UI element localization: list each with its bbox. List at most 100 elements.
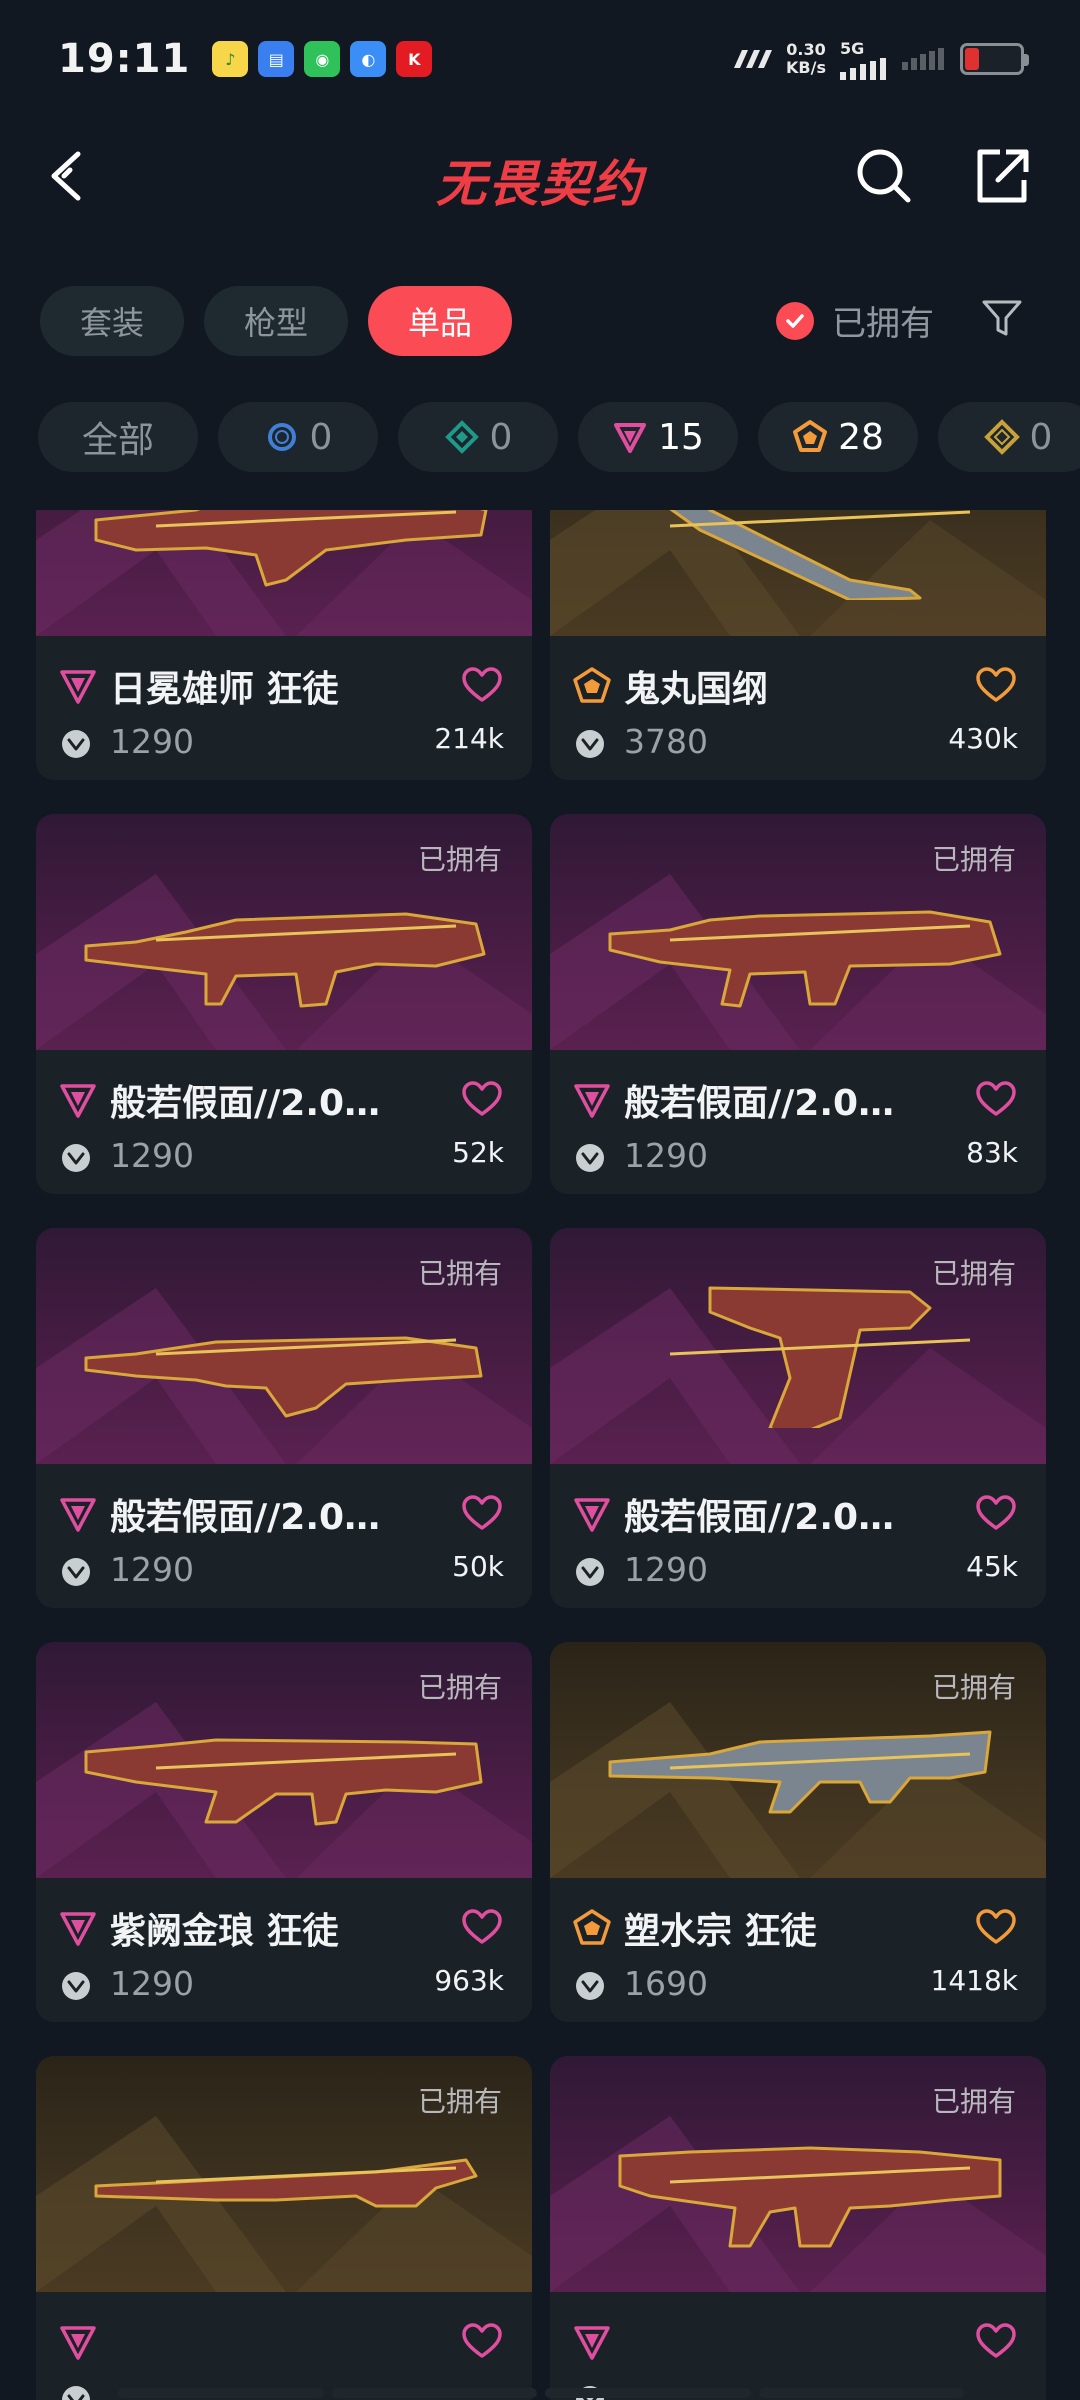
wallet-icon: ◐ — [350, 41, 387, 77]
weapon-skin-image — [84, 912, 486, 1008]
vp-currency-icon — [62, 1972, 90, 2000]
owned-tag: 已拥有 — [931, 2085, 1016, 2118]
owned-filter-toggle[interactable]: 已拥有 — [776, 296, 934, 345]
premium-tier-icon — [614, 423, 647, 453]
files-icon: ▤ — [258, 41, 295, 77]
owned-tag: 已拥有 — [417, 2085, 502, 2118]
funnel-icon[interactable] — [980, 296, 1024, 340]
chip-select[interactable]: 0 — [218, 402, 378, 472]
signal-bars-icon — [840, 57, 886, 80]
item-price: 1290 — [110, 1136, 194, 1175]
owned-tag: 已拥有 — [931, 1257, 1016, 1290]
select-tier-icon — [267, 423, 296, 451]
search-icon[interactable] — [852, 144, 916, 208]
tab-weapon-type[interactable]: 枪型 — [204, 286, 349, 356]
heart-icon[interactable] — [462, 1494, 502, 1534]
item-info: 般若假面//2.0… 1290 52k — [36, 1050, 532, 1194]
item-name: 般若假面//2.0… — [624, 1497, 895, 1538]
item-card[interactable]: 已拥有般若假面//2.0… 1290 50k — [36, 1228, 532, 1608]
item-card[interactable]: 已拥有般若假面//2.0… 1290 45k — [550, 1228, 1046, 1608]
item-image: 已拥有 — [36, 1642, 532, 1878]
item-image: 已拥有 — [36, 1228, 532, 1464]
item-image: 已拥有 — [36, 814, 532, 1050]
weapon-skin-image — [608, 1730, 992, 1814]
item-info: 般若假面//2.0… 1290 45k — [550, 1464, 1046, 1608]
item-likes: 1418k — [930, 1964, 1018, 1997]
rarity-filter-chips: 全部 0 0 15 28 0 — [38, 402, 1080, 472]
item-card[interactable]: 已拥有塑水宗 狂徒 1690 1418k — [550, 1642, 1046, 2022]
vp-currency-icon — [62, 1144, 90, 1172]
item-image: 已拥有 — [36, 2056, 532, 2292]
category-tabs: 套装 枪型 单品 — [40, 286, 513, 356]
item-card[interactable]: 已拥有 — [36, 2056, 532, 2400]
item-name: 塑水宗 狂徒 — [624, 1911, 817, 1952]
weapon-skin-image — [94, 2158, 478, 2208]
item-card[interactable]: 已拥有般若假面//2.0… 1290 83k — [550, 814, 1046, 1194]
item-image: 已拥有 — [550, 1642, 1046, 1878]
vp-currency-icon — [62, 730, 90, 758]
item-price: 1690 — [624, 1964, 708, 2003]
premium-tier-icon — [60, 2326, 96, 2360]
heart-icon[interactable] — [462, 1908, 502, 1948]
item-price: 1290 — [110, 722, 194, 761]
item-image — [36, 510, 532, 636]
heart-icon[interactable] — [976, 1494, 1016, 1534]
page-title: 无畏契约 — [436, 155, 644, 213]
weapon-skin-image — [618, 2146, 1002, 2248]
heart-icon[interactable] — [976, 1080, 1016, 1120]
heart-icon[interactable] — [976, 2322, 1016, 2362]
chip-all[interactable]: 全部 — [38, 402, 198, 472]
heart-icon[interactable] — [462, 666, 502, 706]
item-info: 塑水宗 狂徒 1690 1418k — [550, 1878, 1046, 2022]
heart-icon[interactable] — [976, 1908, 1016, 1948]
premium-tier-icon — [574, 2326, 610, 2360]
battery-icon — [960, 43, 1029, 75]
item-info: 般若假面//2.0… 1290 50k — [36, 1464, 532, 1608]
item-price: 1290 — [110, 1964, 194, 2003]
heart-icon[interactable] — [462, 2322, 502, 2362]
net-speed: 0.30 KB/s — [786, 40, 826, 77]
item-likes: 83k — [966, 1136, 1018, 1169]
kfc-icon: K — [396, 41, 433, 77]
bottom-scroll-indicator — [118, 2388, 964, 2398]
item-price: 1290 — [110, 1550, 194, 1589]
item-price: 1290 — [624, 1550, 708, 1589]
item-image: 已拥有 — [550, 1228, 1046, 1464]
status-time: 19:11 — [58, 36, 191, 82]
premium-tier-icon — [574, 1498, 610, 1532]
tab-single-items[interactable]: 单品 — [368, 286, 513, 356]
owned-tag: 已拥有 — [417, 1257, 502, 1290]
share-icon[interactable] — [970, 144, 1034, 208]
premium-tier-icon — [60, 1084, 96, 1118]
signal-bars-sim2-icon — [902, 48, 944, 70]
vp-currency-icon — [576, 1972, 604, 2000]
item-card[interactable]: 日冕雄师 狂徒 1290 214k — [36, 510, 532, 780]
deluxe-tier-icon — [444, 420, 479, 454]
exclusive-tier-icon — [573, 1909, 611, 1945]
chip-premium[interactable]: 15 — [578, 402, 738, 472]
chip-ultra[interactable]: 0 — [938, 402, 1080, 472]
item-likes: 45k — [966, 1550, 1018, 1583]
item-card[interactable]: 已拥有 般若假面//2.0… 1290 52k — [36, 814, 532, 1194]
weapon-skin-image — [84, 1738, 483, 1826]
tab-sets[interactable]: 套装 — [40, 286, 185, 356]
item-info — [550, 2292, 1046, 2400]
item-info: 紫阙金琅 狂徒 1290 963k — [36, 1878, 532, 2022]
item-name: 般若假面//2.0… — [624, 1083, 895, 1124]
item-image — [550, 510, 1046, 636]
chip-exclusive[interactable]: 28 — [758, 402, 918, 472]
heart-icon[interactable] — [976, 666, 1016, 706]
qq-music-icon: ♪ — [212, 41, 249, 77]
item-card[interactable]: 已拥有 — [550, 2056, 1046, 2400]
item-info: 般若假面//2.0… 1290 83k — [550, 1050, 1046, 1194]
weapon-skin-image — [669, 1286, 971, 1428]
item-card[interactable]: 鬼丸国纲 3780 430k — [550, 510, 1046, 780]
item-card[interactable]: 已拥有 紫阙金琅 狂徒 1290 963k — [36, 1642, 532, 2022]
chip-deluxe[interactable]: 0 — [398, 402, 558, 472]
item-likes: 963k — [434, 1964, 504, 1997]
vp-currency-icon — [62, 2386, 90, 2400]
heart-icon[interactable] — [462, 1080, 502, 1120]
status-bar: 19:11 ♪ ▤ ◉ ◐ K 0.30 KB/s 5G — [0, 0, 1080, 118]
ultra-tier-icon — [983, 419, 1020, 455]
owned-tag: 已拥有 — [931, 843, 1016, 876]
